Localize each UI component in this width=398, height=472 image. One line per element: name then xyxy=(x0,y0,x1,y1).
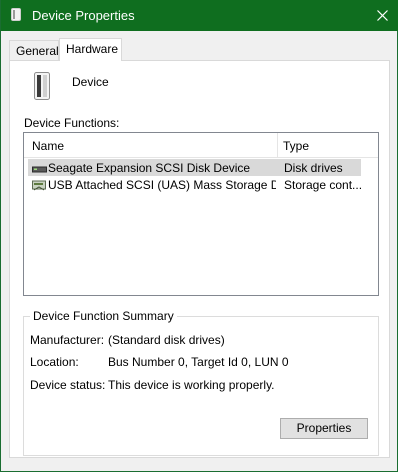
manufacturer-label: Manufacturer: xyxy=(30,333,105,347)
device-icon xyxy=(11,8,21,21)
list-item[interactable]: USB Attached SCSI (UAS) Mass Storage Dev… xyxy=(28,176,361,193)
properties-button[interactable]: Properties xyxy=(280,418,368,439)
manufacturer-value: (Standard disk drives) xyxy=(108,333,225,347)
summary-legend: Device Function Summary xyxy=(30,309,177,323)
device-functions-label: Device Functions: xyxy=(24,116,120,130)
device-functions-list[interactable]: Name Type Seagate Expansion SCSI Disk De… xyxy=(23,132,379,296)
list-item-name: USB Attached SCSI (UAS) Mass Storage Dev… xyxy=(48,178,276,192)
device-status-value: This device is working properly. xyxy=(108,378,275,392)
disk-drive-icon xyxy=(32,166,47,173)
column-header-type[interactable]: Type xyxy=(278,133,378,157)
close-button[interactable] xyxy=(365,0,398,31)
location-value: Bus Number 0, Target Id 0, LUN 0 xyxy=(108,355,289,369)
list-item[interactable]: Seagate Expansion SCSI Disk Device Disk … xyxy=(28,159,361,176)
tab-hardware[interactable]: Hardware xyxy=(59,38,122,61)
location-label: Location: xyxy=(30,355,79,369)
device-name: Device xyxy=(72,75,109,89)
storage-controller-icon xyxy=(32,180,46,191)
list-item-type: Disk drives xyxy=(284,161,343,175)
tab-general[interactable]: General xyxy=(9,40,59,60)
list-header: Name Type xyxy=(24,133,378,158)
close-icon xyxy=(376,10,388,21)
column-header-name[interactable]: Name xyxy=(24,133,278,157)
title-bar: Device Properties xyxy=(1,0,398,31)
list-item-name: Seagate Expansion SCSI Disk Device xyxy=(48,161,251,175)
device-properties-window: Device Properties General Hardware Devic… xyxy=(0,0,398,472)
device-status-label: Device status: xyxy=(30,378,106,392)
list-item-type: Storage cont... xyxy=(284,178,361,192)
device-icon xyxy=(34,72,50,100)
window-title: Device Properties xyxy=(32,8,135,23)
